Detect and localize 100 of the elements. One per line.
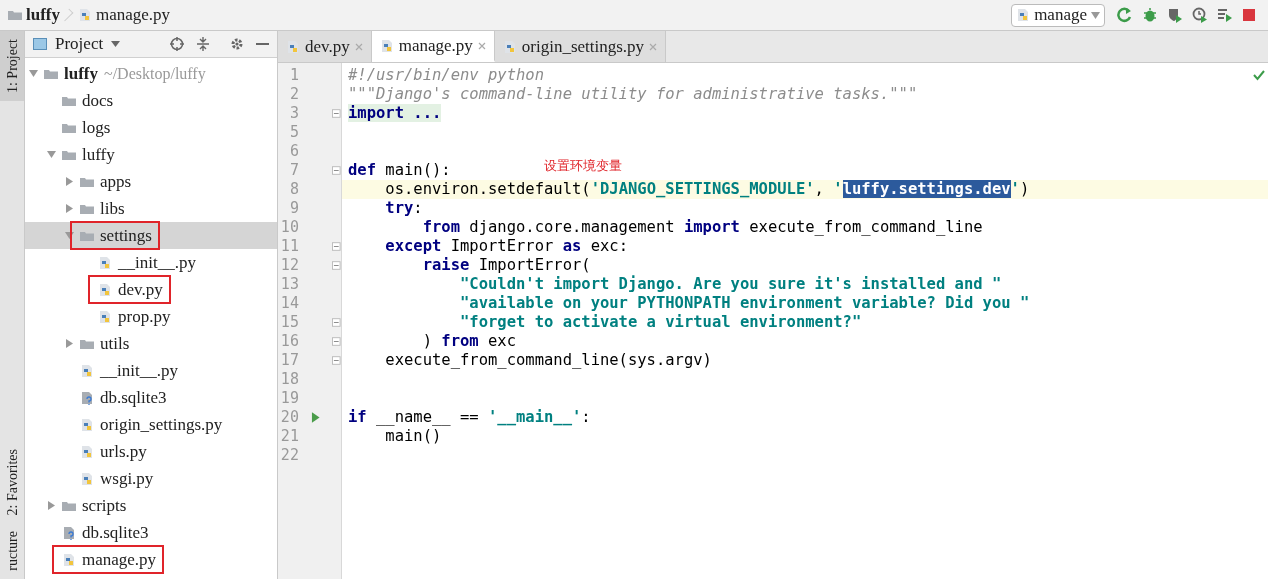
item-label: prop.py (118, 305, 171, 328)
fold-icon[interactable] (332, 356, 341, 365)
item-label: wsgi.py (100, 467, 154, 490)
fold-icon[interactable] (332, 166, 341, 175)
expanded-arrow-icon[interactable] (65, 231, 74, 240)
tree-item[interactable]: __init__.py (25, 357, 277, 384)
collapsed-arrow-icon[interactable] (47, 501, 56, 510)
code-token: try (384, 199, 414, 217)
tree-item[interactable]: settings (25, 222, 277, 249)
line-number: 20 (279, 407, 299, 429)
close-icon[interactable] (354, 42, 363, 51)
collapsed-arrow-icon[interactable] (65, 339, 74, 348)
item-label: manage.py (82, 548, 157, 571)
code-token: django.core.management (468, 218, 676, 236)
tree-item[interactable]: db.sqlite3 (25, 384, 277, 411)
editor-tab[interactable]: manage.py (371, 31, 495, 62)
tree-item[interactable]: urls.py (25, 438, 277, 465)
item-label: db.sqlite3 (100, 386, 167, 409)
code-token: import (683, 218, 740, 236)
tree-item[interactable]: wsgi.py (25, 465, 277, 492)
rerun-icon[interactable] (1117, 7, 1133, 23)
caret-icon[interactable] (111, 41, 121, 47)
minimize-icon[interactable] (256, 42, 269, 46)
tree-item[interactable]: manage.py (25, 546, 277, 573)
code-token: : (413, 199, 423, 217)
python-file-icon (80, 471, 94, 486)
code-token: "Couldn't import Django. Are you sure it's installed and " (458, 275, 1002, 293)
run-icon[interactable] (310, 412, 321, 423)
stop-icon[interactable] (1242, 8, 1256, 22)
line-number: 3 (288, 103, 299, 125)
tool-window-tab[interactable]: 2: Favorites (0, 440, 24, 524)
code-token: ) (421, 332, 433, 350)
tree-item[interactable]: logs (25, 114, 277, 141)
tree-item[interactable]: utils (25, 330, 277, 357)
editor-tab[interactable]: origin_settings.py (494, 31, 667, 62)
line-number: 15 (279, 312, 299, 334)
fold-icon[interactable] (332, 337, 341, 346)
line-number: 10 (279, 217, 299, 239)
collapsed-arrow-icon[interactable] (65, 204, 74, 213)
fold-icon[interactable] (332, 109, 341, 118)
code-token: from (421, 218, 460, 236)
item-label: __init__.py (118, 251, 196, 274)
run-configuration-dropdown[interactable]: manage (1011, 3, 1105, 27)
fold-icon[interactable] (332, 261, 341, 270)
panel-title[interactable]: Project (55, 31, 104, 57)
fold-icon[interactable] (332, 242, 341, 251)
collapsed-arrow-icon[interactable] (65, 177, 74, 186)
tool-window-tab[interactable]: ructure (0, 523, 24, 579)
tool-window-tab[interactable]: 1: Project (0, 31, 24, 102)
item-label: scripts (82, 494, 127, 517)
close-icon[interactable] (649, 42, 658, 51)
code-token: def (348, 161, 376, 179)
expanded-arrow-icon[interactable] (47, 150, 56, 159)
tree-item[interactable]: apps (25, 168, 277, 195)
fold-icon[interactable] (332, 318, 341, 327)
code-token: "forget to activate a virtual environment?" (458, 313, 862, 331)
tree-item[interactable]: docs (25, 87, 277, 114)
item-label: origin_settings.py (100, 413, 223, 436)
editor-tab[interactable]: dev.py (278, 31, 372, 62)
clock-play-icon[interactable] (1192, 7, 1208, 23)
tree-item[interactable]: libs (25, 195, 277, 222)
line-number: 1 (288, 65, 299, 87)
bug-icon[interactable] (1142, 7, 1158, 23)
breadcrumb-item[interactable]: luffy (26, 2, 60, 28)
settings-icon[interactable] (230, 37, 244, 51)
locate-icon[interactable] (170, 37, 184, 51)
tree-item[interactable]: prop.py (25, 303, 277, 330)
item-label: urls.py (100, 440, 147, 463)
code-token: raise (421, 256, 470, 274)
caret-icon[interactable] (1091, 10, 1100, 20)
python-file-icon (80, 363, 94, 378)
python-file-icon (98, 309, 112, 324)
line-number: 6 (288, 141, 299, 163)
collapse-icon[interactable] (196, 37, 210, 51)
tree-item[interactable]: scripts (25, 492, 277, 519)
tree-item[interactable]: dev.py (25, 276, 277, 303)
shield-play-icon[interactable] (1167, 7, 1183, 23)
python-file-icon (502, 39, 517, 54)
code-token: execute_from_command_line (748, 218, 983, 236)
tree-item[interactable]: luffy ~/Desktop/luffy (25, 60, 277, 87)
code-token: exc (487, 332, 516, 350)
code-token: execute_from_command_line(sys.argv) (384, 351, 712, 369)
tree-item[interactable]: luffy (25, 141, 277, 168)
line-number: 13 (279, 274, 299, 296)
item-label: dev.py (118, 278, 163, 301)
code-token: main(): (384, 161, 451, 179)
python-file-icon (98, 282, 112, 297)
breadcrumb-item[interactable]: manage.py (96, 2, 171, 28)
close-icon[interactable] (477, 41, 486, 50)
checkmark-icon (1253, 69, 1265, 81)
tree-item[interactable]: origin_settings.py (25, 411, 277, 438)
list-play-icon[interactable] (1217, 7, 1233, 23)
expanded-arrow-icon[interactable] (29, 69, 38, 78)
tree-item[interactable]: db.sqlite3 (25, 519, 277, 546)
tree-item[interactable]: __init__.py (25, 249, 277, 276)
code-token: ' (1010, 180, 1020, 198)
code-token: from (441, 332, 479, 350)
code-token: ) (1019, 180, 1030, 198)
code-token: #!/usr/bin/env python (348, 66, 544, 84)
code-token: exc: (589, 237, 628, 255)
